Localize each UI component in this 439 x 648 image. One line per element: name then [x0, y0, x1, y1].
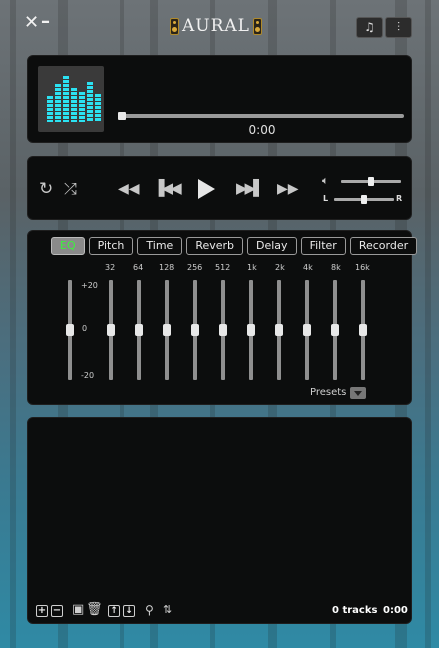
- playlist-duration: 0:00: [383, 605, 408, 616]
- remove-track-icon[interactable]: −: [51, 605, 63, 617]
- slider-handle[interactable]: [359, 324, 367, 336]
- band-label: 256: [187, 263, 203, 272]
- save-icon[interactable]: ▣: [72, 603, 84, 617]
- gain-label-bottom: -20: [81, 371, 95, 380]
- chevron-down-icon[interactable]: [350, 387, 366, 399]
- app-title-group: AURAL: [170, 14, 262, 38]
- presets-label: Presets: [310, 387, 347, 398]
- tab-pitch[interactable]: Pitch: [88, 237, 134, 255]
- eq-band-slider[interactable]: [191, 280, 199, 380]
- slider-handle[interactable]: [247, 324, 255, 336]
- band-label: 8k: [331, 263, 341, 272]
- tab-filter[interactable]: Filter: [300, 237, 346, 255]
- next-track-icon[interactable]: ▶▶▌: [236, 181, 265, 196]
- speaker-icon: [252, 17, 262, 35]
- gain-label-top: +20: [81, 281, 98, 290]
- band-label: 16k: [355, 263, 370, 272]
- speaker-icon: [170, 17, 179, 35]
- now-playing-panel: 0:00: [27, 55, 412, 143]
- play-icon[interactable]: [198, 179, 215, 199]
- effects-tabs: EQ Pitch Time Reverb Delay Filter Record…: [51, 237, 418, 255]
- effects-panel: EQ Pitch Time Reverb Delay Filter Record…: [27, 230, 418, 405]
- eq-band-slider[interactable]: [163, 280, 171, 380]
- balance-right-label: R: [396, 194, 403, 203]
- seek-handle[interactable]: [118, 112, 126, 120]
- equalizer-settings-icon[interactable]: ⫶: [385, 17, 412, 38]
- slider-handle[interactable]: [275, 324, 283, 336]
- elapsed-time: 0:00: [248, 123, 276, 137]
- minimize-icon[interactable]: –: [41, 13, 50, 31]
- slider-handle[interactable]: [135, 324, 143, 336]
- gain-label-mid: 0: [82, 324, 88, 333]
- close-icon[interactable]: ✕: [24, 14, 39, 32]
- eq-band-slider[interactable]: [331, 280, 339, 380]
- eq-band-slider[interactable]: [107, 280, 115, 380]
- eq-global-gain-slider[interactable]: [66, 280, 74, 380]
- slider-handle[interactable]: [163, 324, 171, 336]
- fast-forward-icon[interactable]: ▶▶: [277, 182, 299, 197]
- tab-eq[interactable]: EQ: [51, 237, 85, 255]
- band-label: 1k: [247, 263, 257, 272]
- volume-slider[interactable]: [341, 177, 401, 186]
- previous-track-icon[interactable]: ▐◀◀: [153, 181, 182, 196]
- track-count: 0 tracks: [332, 605, 378, 616]
- balance-handle[interactable]: [361, 195, 367, 204]
- add-track-icon[interactable]: +: [36, 605, 48, 617]
- slider-handle[interactable]: [219, 324, 227, 336]
- slider-handle[interactable]: [331, 324, 339, 336]
- band-label: 4k: [303, 263, 313, 272]
- slider-handle[interactable]: [66, 324, 74, 336]
- tab-recorder[interactable]: Recorder: [349, 237, 418, 255]
- slider-handle[interactable]: [303, 324, 311, 336]
- band-label: 64: [133, 263, 144, 272]
- eq-band-slider[interactable]: [247, 280, 255, 380]
- band-label: 512: [215, 263, 231, 272]
- seek-bar[interactable]: [118, 112, 404, 120]
- sort-icon[interactable]: ⇅: [163, 603, 172, 617]
- volume-handle[interactable]: [368, 177, 374, 186]
- repeat-icon[interactable]: ↻: [39, 181, 53, 198]
- trash-icon[interactable]: 🗑︎: [86, 603, 103, 617]
- tab-delay[interactable]: Delay: [247, 237, 297, 255]
- tab-reverb[interactable]: Reverb: [186, 237, 244, 255]
- band-label: 2k: [275, 263, 285, 272]
- rewind-icon[interactable]: ◀◀: [118, 182, 140, 197]
- eq-band-slider[interactable]: [303, 280, 311, 380]
- controls-panel: ↻ ⤮ ◀◀ ▐◀◀ ▶▶▌ ▶▶ 🔈︎ L R: [27, 156, 412, 220]
- balance-slider[interactable]: [334, 195, 394, 204]
- tab-time[interactable]: Time: [137, 237, 183, 255]
- search-icon[interactable]: ⚲: [145, 603, 154, 617]
- slider-handle[interactable]: [191, 324, 199, 336]
- balance-left-label: L: [323, 194, 329, 203]
- eq-band-slider[interactable]: [275, 280, 283, 380]
- move-up-icon[interactable]: ↑: [108, 605, 120, 617]
- eq-band-slider[interactable]: [359, 280, 367, 380]
- playlist-icon[interactable]: ♫: [356, 17, 383, 38]
- eq-band-slider[interactable]: [219, 280, 227, 380]
- title-bar: ✕ – AURAL ♫ ⫶: [0, 0, 439, 50]
- app-title: AURAL: [182, 16, 250, 36]
- slider-handle[interactable]: [107, 324, 115, 336]
- spectrum-bars-icon: [38, 66, 104, 132]
- move-down-icon[interactable]: ↓: [123, 605, 135, 617]
- shuffle-icon[interactable]: ⤮: [64, 181, 77, 197]
- playlist-panel: + − ▣ 🗑︎ ↑ ↓ ⚲ ⇅ 0 tracks 0:00: [27, 417, 412, 624]
- band-label: 32: [105, 263, 116, 272]
- band-label: 128: [159, 263, 175, 272]
- volume-icon[interactable]: 🔈︎: [322, 173, 329, 188]
- eq-band-slider[interactable]: [135, 280, 143, 380]
